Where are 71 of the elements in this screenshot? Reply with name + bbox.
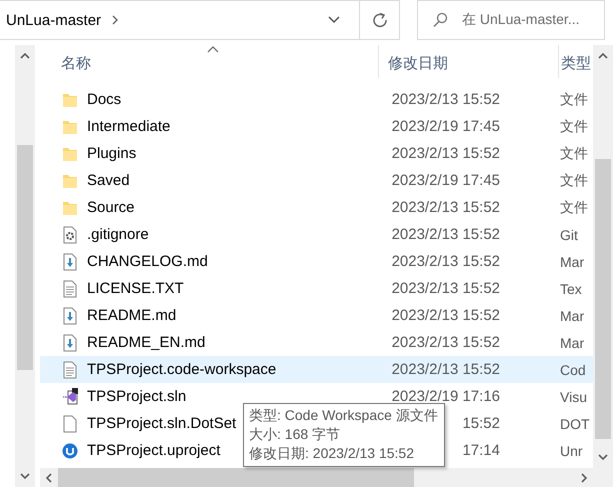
modified-date: 2023/2/13 15:52 — [392, 307, 500, 324]
modified-date: 2023/2/13 15:52 — [392, 280, 500, 297]
scrollbar[interactable] — [593, 45, 613, 487]
scrollbar-thumb[interactable] — [58, 468, 414, 487]
column-header[interactable]: 修改日期 — [378, 45, 558, 78]
modified-date: 2023/2/13 15:52 — [392, 145, 500, 162]
file-name: README.md — [87, 307, 176, 324]
file-name: Source — [87, 199, 135, 216]
file-type: 文件 — [559, 118, 589, 136]
file-name: TPSProject.uproject — [87, 442, 220, 459]
modified-date: 2023/2/13 15:52 — [392, 226, 500, 243]
horizontal-scrollbar[interactable] — [40, 468, 593, 487]
modified-date: 2023/2/13 15:52 — [392, 199, 500, 216]
modified-date: 2023/2/13 15:52 — [392, 334, 500, 351]
scrollbar-thumb[interactable] — [17, 145, 33, 370]
file-name: Plugins — [87, 145, 136, 162]
file-type: 文件 — [559, 198, 589, 216]
file-type: DOT — [559, 416, 591, 432]
file-name: Docs — [87, 91, 122, 108]
file-name: TPSProject.sln — [87, 388, 186, 405]
file-type: 文件 — [559, 172, 589, 190]
file-name: README_EN.md — [87, 334, 206, 351]
search-placeholder: 在 UnLua-master... — [462, 11, 580, 29]
file-type: Cod — [559, 362, 587, 378]
address-bar[interactable]: UnLua-master — [0, 0, 400, 40]
modified-date: 2023/2/13 15:52 — [392, 91, 500, 108]
file-name: CHANGELOG.md — [87, 253, 208, 270]
selected-row[interactable]: TPSProject.code-workspace 2023/2/13 15:52 Cod — [40, 356, 593, 383]
blank-file-icon — [62, 414, 78, 432]
scrollbar[interactable] — [15, 45, 35, 487]
file-type: Unr — [559, 442, 584, 458]
modified-date: 2023/2/13 15:52 — [392, 361, 500, 378]
download-file-icon — [62, 334, 78, 352]
path-text: UnLua-master — [5, 12, 102, 28]
file-type: Mar — [559, 254, 586, 270]
modified-date: 2023/2/19 17:45 — [392, 172, 500, 189]
scrollbar-thumb[interactable] — [595, 159, 611, 439]
tooltip-line: 类型: Code Workspace 源文件 — [249, 406, 438, 425]
solution-icon — [62, 388, 78, 406]
modified-date: 15:52 — [462, 415, 500, 432]
file-type: Mar — [559, 334, 586, 350]
tooltip-line: 大小: 168 字节 — [249, 425, 342, 444]
file-type: Tex — [559, 280, 583, 296]
file-type: Mar — [559, 308, 586, 324]
modified-date: 2023/2/19 17:16 — [392, 388, 500, 405]
file-name: LICENSE.TXT — [87, 280, 184, 297]
tooltip-line: 修改日期: 2023/2/13 15:52 — [249, 444, 415, 463]
file-name: TPSProject.sln.DotSet — [87, 415, 236, 432]
column-header[interactable]: 名称 — [40, 45, 378, 78]
text-file-icon — [62, 360, 78, 378]
download-file-icon — [62, 306, 78, 324]
search-field[interactable]: 在 UnLua-master... — [417, 0, 605, 40]
refresh-icon — [372, 12, 388, 28]
file-name: Saved — [87, 172, 130, 189]
file-type: Visu — [559, 388, 588, 404]
download-file-icon — [62, 252, 78, 270]
file-name: .gitignore — [87, 226, 149, 243]
gear-file-icon — [62, 226, 78, 244]
text-file-icon — [62, 280, 78, 298]
file-name: TPSProject.code-workspace — [87, 361, 276, 378]
unreal-icon — [62, 442, 78, 460]
file-type: Git — [559, 226, 579, 242]
modified-date: 2023/2/19 17:45 — [392, 118, 500, 135]
file-type: 文件 — [559, 144, 589, 162]
chevron-right-icon — [111, 14, 120, 26]
file-name: Intermediate — [87, 118, 170, 135]
modified-date: 2023/2/13 15:52 — [392, 253, 500, 270]
modified-date: 17:14 — [462, 442, 500, 459]
search-icon — [432, 12, 448, 28]
file-type: 文件 — [559, 90, 589, 108]
chevron-down-icon — [328, 16, 340, 24]
